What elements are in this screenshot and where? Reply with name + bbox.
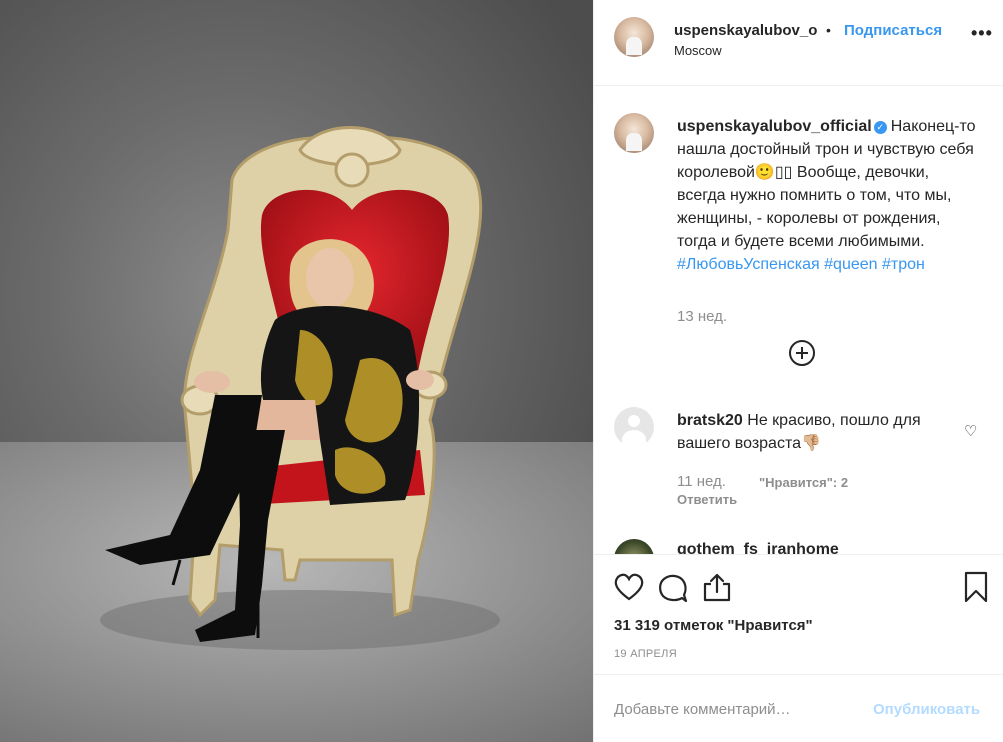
hashtag-link[interactable]: #queen xyxy=(824,256,877,273)
throne-illustration xyxy=(100,126,500,650)
add-comment-bar: Опубликовать xyxy=(594,674,1003,742)
commenter-avatar[interactable] xyxy=(614,407,654,447)
header-separator: • xyxy=(826,22,831,38)
reply-button[interactable]: Ответить xyxy=(677,492,737,507)
publish-button[interactable]: Опубликовать xyxy=(873,701,980,718)
post-date[interactable]: 19 АПРЕЛЯ xyxy=(614,648,677,660)
hashtag-link[interactable]: #трон xyxy=(882,256,925,273)
hashtag-link[interactable]: #ЛюбовьУспенская xyxy=(677,256,820,273)
caption-hashtags: #ЛюбовьУспенская #queen #трон xyxy=(677,253,982,276)
comment-timestamp[interactable]: 11 нед. xyxy=(677,473,726,490)
comment-likes-count[interactable]: "Нравится": 2 xyxy=(759,475,848,490)
comment-body: bratsk20 Не красиво, пошло для вашего во… xyxy=(677,409,947,455)
instagram-post: uspenskayalubov_o • Подписаться Moscow •… xyxy=(0,0,1003,742)
commenter-username[interactable]: bratsk20 xyxy=(677,412,743,429)
commenter-username[interactable]: gothem_fs_iranhome xyxy=(677,541,839,554)
save-bookmark-icon[interactable] xyxy=(964,571,988,603)
comment-like-heart-icon[interactable]: ♡ xyxy=(964,422,977,440)
follow-button[interactable]: Подписаться xyxy=(844,22,942,39)
author-avatar[interactable] xyxy=(614,17,654,57)
comment-bubble-icon[interactable] xyxy=(658,573,688,603)
comment-input[interactable] xyxy=(614,697,854,721)
caption-timestamp[interactable]: 13 нед. xyxy=(677,308,727,325)
like-heart-icon[interactable] xyxy=(614,573,644,601)
likes-count[interactable]: 31 319 отметок "Нравится" xyxy=(614,617,813,634)
caption-author-avatar[interactable] xyxy=(614,113,654,153)
caption-text-block: uspenskayalubov_official ✓ Наконец-то нашл… xyxy=(677,115,982,276)
verified-badge-icon: ✓ xyxy=(873,121,887,134)
more-options-icon[interactable]: ••• xyxy=(971,24,993,42)
author-username[interactable]: uspenskayalubov_o xyxy=(674,22,817,39)
post-location[interactable]: Moscow xyxy=(674,43,722,58)
post-header: uspenskayalubov_o • Подписаться Moscow •… xyxy=(594,0,1003,86)
post-side-panel: uspenskayalubov_o • Подписаться Moscow •… xyxy=(593,0,1003,742)
caption-username[interactable]: uspenskayalubov_official xyxy=(677,118,872,135)
comments-section[interactable]: uspenskayalubov_official ✓ Наконец-то нашл… xyxy=(594,86,1003,554)
post-photo[interactable] xyxy=(0,0,593,742)
commenter-avatar[interactable] xyxy=(614,539,654,554)
caption-text: Наконец-то нашла достойный трон и чувств… xyxy=(677,118,976,250)
post-actions: 31 319 отметок "Нравится" 19 АПРЕЛЯ xyxy=(594,554,1003,674)
share-icon[interactable] xyxy=(702,572,732,602)
load-more-comments-icon[interactable] xyxy=(789,340,815,366)
